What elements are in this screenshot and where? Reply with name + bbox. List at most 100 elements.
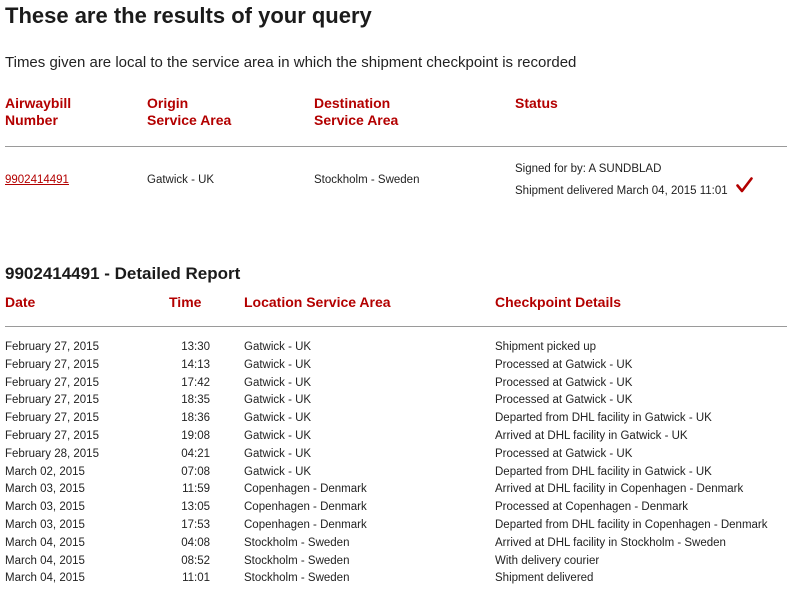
- timezone-note: Times given are local to the service are…: [5, 54, 577, 71]
- checkpoint-location: Gatwick - UK: [244, 447, 312, 460]
- header-text: Airwaybill: [5, 95, 72, 111]
- origin-value: Gatwick - UK: [147, 174, 215, 186]
- checkpoint-details: Processed at Gatwick - UK: [495, 358, 633, 371]
- header-text: Service Area: [147, 112, 232, 128]
- checkpoint-time: 08:52: [181, 554, 210, 567]
- checkpoint-date: February 27, 2015: [5, 429, 99, 442]
- checkpoint-time: 17:53: [181, 518, 210, 531]
- checkpoint-time: 11:59: [182, 483, 210, 496]
- checkpoint-location: Gatwick - UK: [244, 376, 312, 389]
- table-row: March 04, 2015 11:01 Stockholm - Sweden Shi…: [0, 572, 787, 590]
- header-text: Time: [169, 294, 202, 310]
- checkpoint-time: 13:05: [181, 501, 210, 514]
- checkpoint-time: 14:13: [181, 358, 210, 371]
- header-text: Origin: [147, 95, 189, 111]
- detailed-report-title: 9902414491 - Detailed Report: [5, 264, 241, 283]
- awb-number-link[interactable]: 9902414491: [5, 174, 69, 186]
- checkpoint-location: Copenhagen - Denmark: [244, 501, 367, 514]
- checkpoint-location: Gatwick - UK: [244, 412, 312, 425]
- checkpoint-date: February 27, 2015: [5, 341, 99, 353]
- checkpoint-date: March 02, 2015: [5, 465, 85, 478]
- summary-header-destination: Destination Service Area: [314, 95, 398, 129]
- checkpoint-date: March 04, 2015: [5, 572, 85, 585]
- table-row: March 02, 2015 07:08 Gatwick - UK Departed …: [0, 466, 787, 484]
- checkpoint-details: Arrived at DHL facility in Copenhagen - …: [495, 483, 744, 496]
- table-row: February 27, 2015 18:36 Gatwick - UK Depart…: [0, 412, 787, 430]
- checkpoint-time: 19:08: [181, 429, 210, 442]
- checkpoint-time: 11:01: [182, 572, 210, 585]
- report-divider: [5, 326, 787, 327]
- report-header-date: Date: [5, 294, 35, 311]
- table-row: February 28, 2015 04:21 Gatwick - UK Proces…: [0, 448, 787, 466]
- checkpoint-time: 13:30: [181, 341, 210, 353]
- table-row: March 04, 2015 08:52 Stockholm - Sweden Wit…: [0, 555, 787, 573]
- header-text: Date: [5, 294, 36, 310]
- table-row: February 27, 2015 17:42 Gatwick - UK Proces…: [0, 377, 787, 395]
- checkpoint-date: March 03, 2015: [5, 518, 85, 531]
- checkpoint-location: Gatwick - UK: [244, 394, 312, 407]
- checkpoint-details: Processed at Copenhagen - Denmark: [495, 501, 689, 514]
- checkpoint-location: Copenhagen - Denmark: [244, 483, 367, 496]
- checkpoint-location: Gatwick - UK: [244, 341, 312, 353]
- checkpoint-details: Departed from DHL facility in Copenhagen…: [495, 518, 768, 531]
- delivered-status-text: Shipment delivered March 04, 2015 11:01: [515, 185, 728, 197]
- checkpoint-date: February 27, 2015: [5, 376, 99, 389]
- table-row: March 03, 2015 13:05 Copenhagen - Denmark P…: [0, 501, 787, 519]
- checkpoint-time: 18:35: [181, 394, 210, 407]
- checkpoint-date: March 04, 2015: [5, 536, 85, 549]
- table-row: February 27, 2015 14:13 Gatwick - UK Proces…: [0, 359, 787, 377]
- checkpoint-time: 18:36: [181, 412, 210, 425]
- checkpoint-details: Processed at Gatwick - UK: [495, 394, 633, 407]
- summary-header-status: Status: [515, 95, 558, 112]
- destination-value: Stockholm - Sweden: [314, 174, 420, 186]
- checkpoint-time: 07:08: [181, 465, 210, 478]
- checkpoint-location: Stockholm - Sweden: [244, 536, 350, 549]
- header-text: Destination: [314, 95, 391, 111]
- header-text: Service Area: [314, 112, 399, 128]
- checkpoint-details: Arrived at DHL facility in Gatwick - UK: [495, 429, 688, 442]
- checkpoint-details: Departed from DHL facility in Gatwick - …: [495, 465, 712, 478]
- checkpoint-location: Gatwick - UK: [244, 429, 312, 442]
- checkpoint-details: Processed at Gatwick - UK: [495, 376, 633, 389]
- checkpoint-date: February 27, 2015: [5, 412, 99, 425]
- checkpoint-date: February 27, 2015: [5, 358, 99, 371]
- header-text: Number: [5, 112, 58, 128]
- checkpoint-location: Gatwick - UK: [244, 465, 312, 478]
- checkpoint-date: March 03, 2015: [5, 483, 85, 496]
- table-row: March 03, 2015 17:53 Copenhagen - Denmark D…: [0, 519, 787, 537]
- checkpoint-location: Copenhagen - Denmark: [244, 518, 367, 531]
- checkpoint-details: Arrived at DHL facility in Stockholm - S…: [495, 536, 726, 549]
- page-title: These are the results of your query: [5, 3, 372, 28]
- header-text: Location Service Area: [244, 294, 391, 310]
- report-header-location: Location Service Area: [244, 294, 391, 311]
- table-row: March 04, 2015 04:08 Stockholm - Sweden Arr…: [0, 537, 787, 555]
- table-row: February 27, 2015 18:35 Gatwick - UK Proces…: [0, 394, 787, 412]
- checkpoint-details: Shipment delivered: [495, 572, 594, 585]
- checkpoint-details: Shipment picked up: [495, 341, 597, 353]
- summary-header-origin: Origin Service Area: [147, 95, 231, 129]
- header-text: Checkpoint Details: [495, 294, 622, 310]
- checkpoint-date: February 27, 2015: [5, 394, 99, 407]
- summary-header-awb: Airwaybill Number: [5, 95, 71, 129]
- checkpoint-details: Departed from DHL facility in Gatwick - …: [495, 412, 712, 425]
- checkpoint-location: Gatwick - UK: [244, 358, 312, 371]
- tracking-results-page: These are the results of your query Time…: [0, 0, 787, 594]
- checkpoint-time: 04:21: [181, 447, 210, 460]
- checkmark-icon: [736, 177, 753, 193]
- checkpoint-location: Stockholm - Sweden: [244, 554, 350, 567]
- checkpoint-date: March 04, 2015: [5, 554, 85, 567]
- checkpoint-date: February 28, 2015: [5, 447, 99, 460]
- checkpoint-details: With delivery courier: [495, 554, 600, 567]
- checkpoint-location: Stockholm - Sweden: [244, 572, 350, 585]
- checkpoint-time: 17:42: [181, 376, 210, 389]
- table-row: February 27, 2015 19:08 Gatwick - UK Arrive…: [0, 430, 787, 448]
- report-header-details: Checkpoint Details: [495, 294, 621, 311]
- checkpoint-details: Processed at Gatwick - UK: [495, 447, 633, 460]
- checkpoint-time: 04:08: [181, 536, 210, 549]
- signed-for-text: Signed for by: A SUNDBLAD: [515, 163, 662, 175]
- header-text: Status: [515, 95, 558, 111]
- report-header-time: Time: [169, 294, 201, 311]
- checkpoint-date: March 03, 2015: [5, 501, 85, 514]
- table-row: March 03, 2015 11:59 Copenhagen - Denmark A…: [0, 483, 787, 501]
- summary-divider: [5, 146, 787, 147]
